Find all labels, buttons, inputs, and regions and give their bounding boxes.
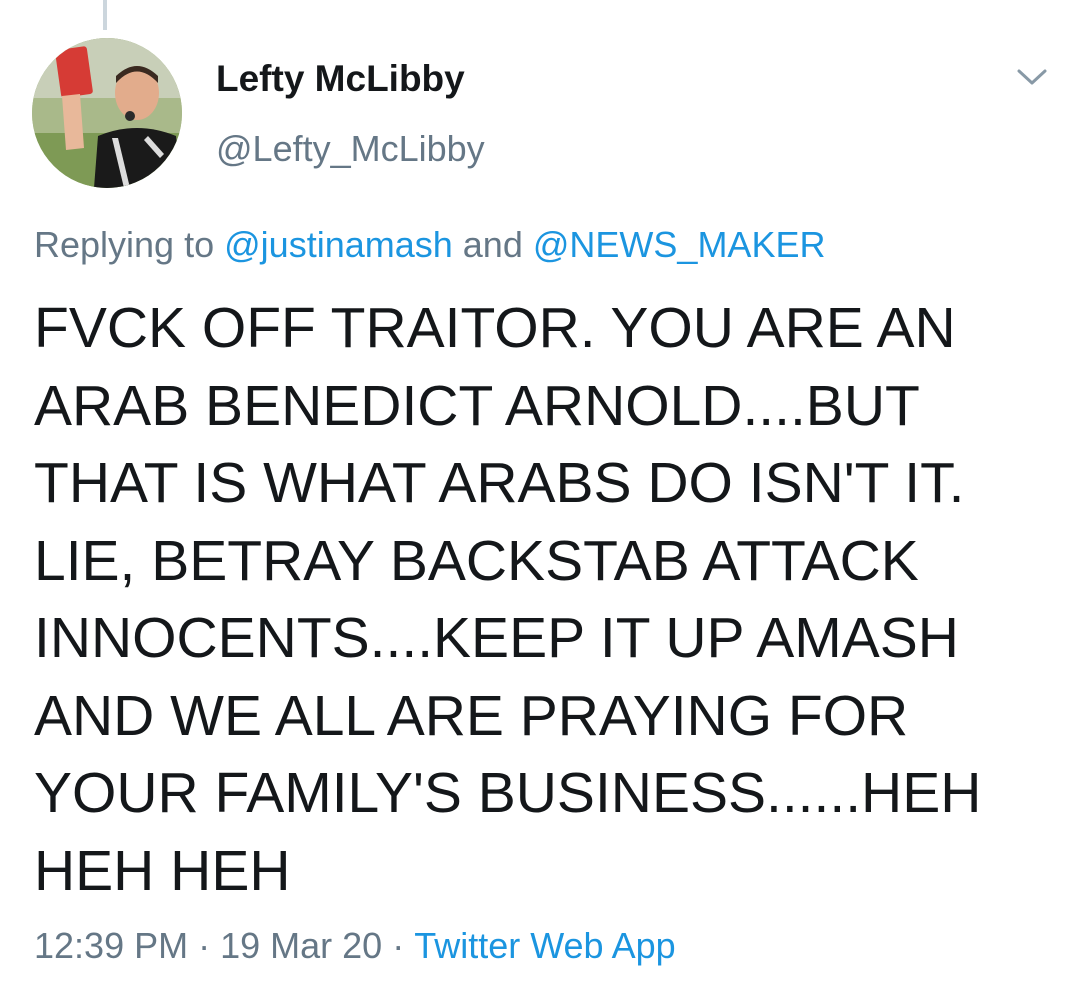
replying-to-conjunction: and: [462, 224, 523, 265]
avatar-image: [32, 38, 182, 188]
user-handle[interactable]: @Lefty_McLibby: [216, 128, 485, 170]
tweet-text-line: FVCK OFF TRAITOR. YOU ARE AN: [34, 296, 956, 360]
tweet-text-line: ARAB BENEDICT ARNOLD....BUT: [34, 373, 920, 438]
separator-dot: ·: [392, 925, 405, 966]
tweet-text-line: HEH HEH: [34, 838, 291, 903]
chevron-down-icon[interactable]: [1012, 62, 1052, 92]
tweet-text: FVCK OFF TRAITOR. YOU ARE AN ARAB BENEDI…: [34, 290, 1054, 910]
tweet: Lefty McLibby @Lefty_McLibby Replying to…: [0, 0, 1079, 1000]
tweet-text-line: LIE, BETRAY BACKSTAB ATTACK: [34, 528, 919, 593]
thread-connector-line: [103, 0, 107, 30]
replying-to-label: Replying to: [34, 224, 215, 265]
tweet-text-line: THAT IS WHAT ARABS DO ISN'T IT.: [34, 451, 965, 515]
mention-link[interactable]: @justinamash: [224, 224, 453, 265]
tweet-text-line: YOUR FAMILY'S BUSINESS......HEH: [34, 761, 982, 825]
replying-to: Replying to @justinamash and @NEWS_MAKER: [34, 224, 825, 266]
avatar[interactable]: [32, 38, 182, 188]
tweet-metadata: 12:39 PM · 19 Mar 20 · Twitter Web App: [34, 925, 676, 967]
tweet-time[interactable]: 12:39 PM: [34, 925, 188, 966]
separator-dot: ·: [198, 925, 211, 966]
display-name[interactable]: Lefty McLibby: [216, 58, 465, 100]
tweet-source-link[interactable]: Twitter Web App: [414, 925, 675, 966]
mention-link[interactable]: @NEWS_MAKER: [533, 224, 826, 265]
tweet-text-line: INNOCENTS....KEEP IT UP AMASH: [34, 606, 959, 670]
tweet-date[interactable]: 19 Mar 20: [220, 925, 382, 966]
tweet-text-line: AND WE ALL ARE PRAYING FOR: [34, 683, 909, 748]
